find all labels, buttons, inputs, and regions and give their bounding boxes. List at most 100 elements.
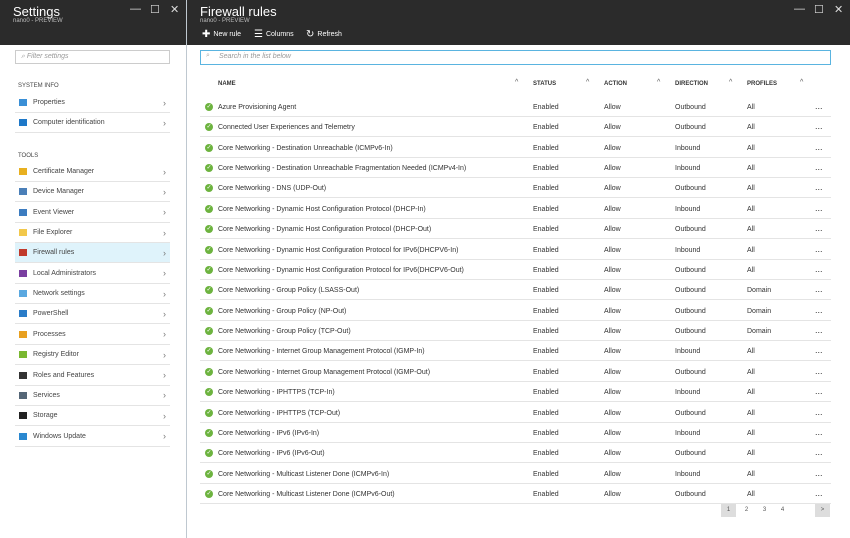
sidebar-item-processes[interactable]: Processes ›	[15, 325, 170, 345]
more-actions-button[interactable]: ...	[815, 182, 823, 192]
more-actions-button[interactable]: ...	[815, 407, 823, 417]
direction: Outbound	[675, 226, 706, 234]
direction: Outbound	[675, 266, 706, 274]
settings-title: Settings	[13, 4, 60, 19]
new-rule-button[interactable]: ✚ New rule	[202, 29, 241, 40]
sidebar-item-storage[interactable]: Storage ›	[15, 406, 170, 427]
table-row[interactable]: ✓ Core Networking - Internet Group Manage…	[200, 362, 831, 382]
sort-icon[interactable]: ^	[800, 79, 803, 86]
sidebar-item-roles-and-features[interactable]: Roles and Features ›	[15, 366, 170, 386]
sidebar-item-local-administrators[interactable]: Local Administrators ›	[15, 264, 170, 284]
more-actions-button[interactable]: ...	[815, 305, 823, 315]
sidebar-item-file-explorer[interactable]: File Explorer ›	[15, 223, 170, 244]
sidebar-item-registry-editor[interactable]: Registry Editor ›	[15, 345, 170, 366]
search-input[interactable]: ⌕ Search in the list below	[200, 50, 831, 65]
sort-icon[interactable]: ^	[657, 79, 660, 86]
more-actions-button[interactable]: ...	[815, 121, 823, 131]
page-2-button[interactable]: 2	[739, 504, 754, 517]
sidebar-item-firewall-rules[interactable]: Firewall rules ›	[15, 243, 170, 264]
minimize-icon[interactable]: —	[130, 3, 141, 15]
direction: Inbound	[675, 348, 701, 356]
sidebar-item-properties[interactable]: Properties ›	[15, 93, 170, 113]
more-actions-button[interactable]: ...	[815, 284, 823, 294]
column-header-action[interactable]: ACTION	[604, 81, 627, 87]
filter-settings-input[interactable]: ⌕ Filter settings	[15, 50, 170, 64]
columns-icon: ☰	[254, 29, 263, 40]
more-actions-button[interactable]: ...	[815, 427, 823, 437]
column-header-name[interactable]: NAME	[218, 81, 236, 87]
maximize-icon[interactable]: ☐	[150, 3, 160, 16]
table-row[interactable]: ✓ Core Networking - Dynamic Host Configur…	[200, 240, 831, 260]
sidebar-item-device-manager[interactable]: Device Manager ›	[15, 182, 170, 203]
direction: Inbound	[675, 470, 701, 478]
table-row[interactable]: ✓ Core Networking - Group Policy (LSASS-O…	[200, 280, 831, 301]
more-actions-button[interactable]: ...	[815, 488, 823, 498]
table-row[interactable]: ✓ Core Networking - DNS (UDP-Out) Enabled A…	[200, 178, 831, 199]
more-actions-button[interactable]: ...	[815, 386, 823, 396]
sidebar-item-network-settings[interactable]: Network settings ›	[15, 284, 170, 305]
table-row[interactable]: ✓ Core Networking - Destination Unreachab…	[200, 158, 831, 179]
sidebar-item-windows-update[interactable]: Windows Update ›	[15, 427, 170, 447]
table-row[interactable]: ✓ Connected User Experiences and Telemetr…	[200, 117, 831, 138]
table-row[interactable]: ✓ Core Networking - Internet Group Manage…	[200, 341, 831, 362]
sidebar-item-computer-identification[interactable]: Computer identification ›	[15, 113, 170, 134]
next-page-button[interactable]: >	[815, 504, 830, 517]
table-row[interactable]: ✓ Core Networking - Destination Unreachab…	[200, 138, 831, 158]
firewall-title: Firewall rules	[200, 4, 277, 19]
rule-name: Core Networking - Dynamic Host Configura…	[218, 205, 426, 213]
sidebar-item-powershell[interactable]: PowerShell ›	[15, 304, 170, 325]
more-actions-button[interactable]: ...	[815, 223, 823, 233]
table-row[interactable]: ✓ Azure Provisioning Agent Enabled Allow Out…	[200, 97, 831, 117]
more-actions-button[interactable]: ...	[815, 325, 823, 335]
close-icon[interactable]: ✕	[170, 3, 179, 16]
sidebar-item-certificate-manager[interactable]: Certificate Manager ›	[15, 162, 170, 182]
more-actions-button[interactable]: ...	[815, 447, 823, 457]
profiles: All	[747, 246, 755, 254]
column-header-direction[interactable]: DIRECTION	[675, 81, 708, 87]
maximize-icon[interactable]: ☐	[814, 3, 824, 16]
table-row[interactable]: ✓ Core Networking - Group Policy (NP-Out)…	[200, 301, 831, 321]
page-3-button[interactable]: 3	[757, 504, 772, 517]
status: Enabled	[533, 144, 559, 152]
table-row[interactable]: ✓ Core Networking - IPHTTPS (TCP-Out) Enab…	[200, 403, 831, 423]
more-actions-button[interactable]: ...	[815, 345, 823, 355]
table-row[interactable]: ✓ Core Networking - Dynamic Host Configur…	[200, 219, 831, 240]
table-row[interactable]: ✓ Core Networking - Group Policy (TCP-Out…	[200, 321, 831, 342]
table-row[interactable]: ✓ Core Networking - Multicast Listener Do…	[200, 484, 831, 505]
table-row[interactable]: ✓ Core Networking - Multicast Listener Do…	[200, 464, 831, 484]
action: Allow	[604, 246, 621, 254]
more-actions-button[interactable]: ...	[815, 142, 823, 152]
more-actions-button[interactable]: ...	[815, 264, 823, 274]
status: Enabled	[533, 124, 559, 132]
table-row[interactable]: ✓ Core Networking - Dynamic Host Configur…	[200, 199, 831, 219]
more-actions-button[interactable]: ...	[815, 468, 823, 478]
enabled-check-icon: ✓	[205, 428, 213, 437]
sidebar-item-services[interactable]: Services ›	[15, 386, 170, 406]
sort-icon[interactable]: ^	[729, 79, 732, 86]
sort-icon[interactable]: ^	[515, 79, 518, 86]
minimize-icon[interactable]: —	[794, 3, 805, 15]
more-actions-button[interactable]: ...	[815, 101, 823, 111]
column-header-profiles[interactable]: PROFILES	[747, 81, 777, 87]
profiles: All	[747, 144, 755, 152]
columns-button[interactable]: ☰ Columns	[254, 29, 294, 40]
sidebar-item-event-viewer[interactable]: Event Viewer ›	[15, 203, 170, 223]
more-actions-button[interactable]: ...	[815, 366, 823, 376]
more-actions-button[interactable]: ...	[815, 162, 823, 172]
table-row[interactable]: ✓ Core Networking - IPHTTPS (TCP-In) Enabl…	[200, 382, 831, 403]
page-1-button[interactable]: 1	[721, 504, 736, 517]
table-row[interactable]: ✓ Core Networking - IPv6 (IPv6-Out) Enable…	[200, 443, 831, 464]
direction: Outbound	[675, 491, 706, 499]
table-row[interactable]: ✓ Core Networking - IPv6 (IPv6-In) Enabled…	[200, 423, 831, 443]
column-header-status[interactable]: STATUS	[533, 81, 556, 87]
status: Enabled	[533, 348, 559, 356]
refresh-button[interactable]: ↻ Refresh	[306, 29, 342, 40]
more-actions-button[interactable]: ...	[815, 203, 823, 213]
more-actions-button[interactable]: ...	[815, 244, 823, 254]
sort-icon[interactable]: ^	[586, 79, 589, 86]
table-row[interactable]: ✓ Core Networking - Dynamic Host Configur…	[200, 260, 831, 280]
rule-name: Core Networking - Dynamic Host Configura…	[218, 246, 459, 254]
page-4-button[interactable]: 4	[775, 504, 790, 517]
close-icon[interactable]: ✕	[834, 3, 843, 16]
enabled-check-icon: ✓	[205, 225, 213, 234]
